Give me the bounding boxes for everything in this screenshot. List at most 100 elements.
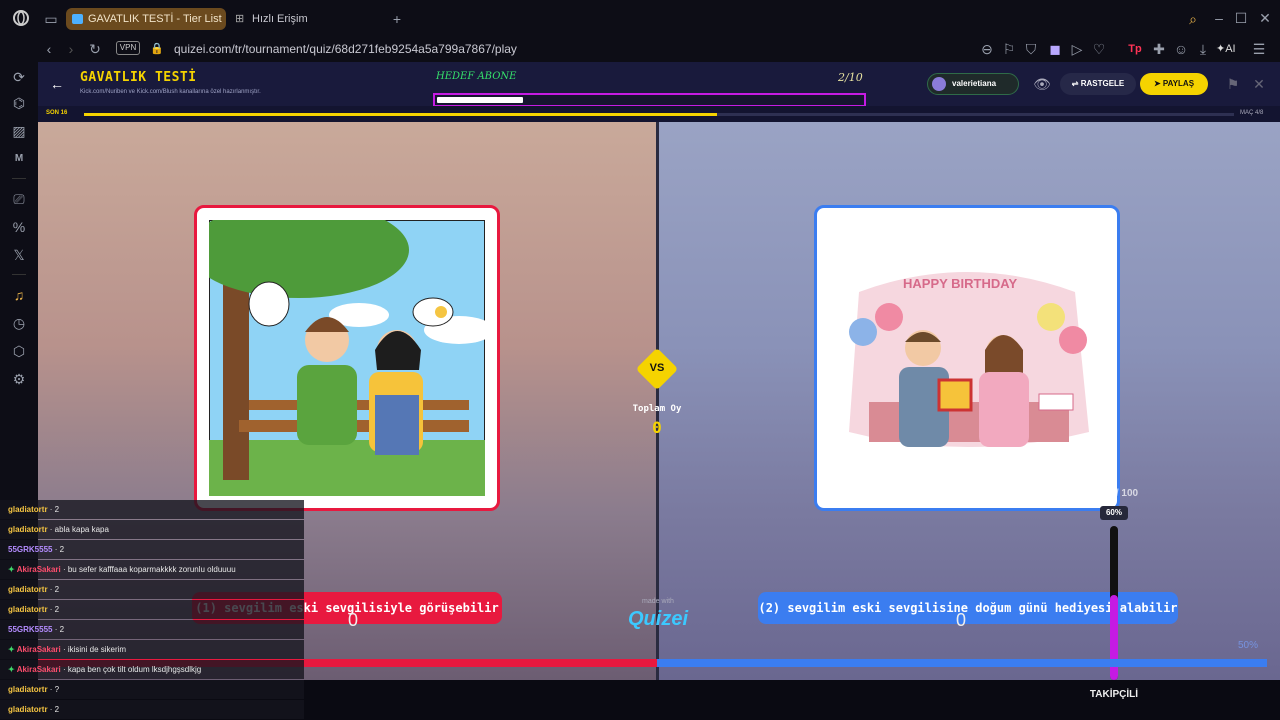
center-divider	[656, 122, 659, 680]
tab-active[interactable]: GAVATLIK TESTİ - Tier List	[66, 8, 226, 30]
back-icon[interactable]: ‹	[40, 40, 58, 58]
heart-icon[interactable]: ♡	[1090, 40, 1108, 58]
forward-icon[interactable]: ›	[62, 40, 80, 58]
maximize-icon[interactable]: ☐	[1232, 9, 1250, 27]
download-icon[interactable]: ⤓	[1194, 40, 1212, 58]
chat-message: gladiatortr · ?	[0, 680, 304, 699]
random-button[interactable]: ⇌ RASTGELE	[1060, 73, 1136, 95]
flag-icon[interactable]: ⚑	[1224, 75, 1242, 93]
twitch-icon[interactable]: ⎚	[10, 190, 28, 208]
chat-username[interactable]: gladiatortr	[8, 525, 48, 534]
address-bar: ‹ › ↻ VPN 🔒 quizei.com/tr/tournament/qui…	[0, 36, 1280, 62]
x-twitter-icon[interactable]: 𝕏	[10, 246, 28, 264]
social-icon[interactable]: ▨	[10, 122, 28, 140]
chat-username[interactable]: AkiraSakari	[17, 665, 61, 674]
avatar	[932, 77, 946, 91]
round-label: SON 16	[46, 110, 68, 116]
chat-message: gladiatortr · 2	[0, 580, 304, 599]
left-option-card[interactable]	[194, 205, 500, 511]
chat-text: · ?	[47, 685, 60, 694]
chat-message: ✦ AkiraSakari · ikisini de sikerim	[0, 640, 304, 659]
chat-text: · 2	[47, 505, 60, 514]
lock-icon: 🔒	[150, 43, 164, 55]
back-arrow-icon[interactable]: ←	[48, 75, 66, 93]
grid-icon: ⊞	[235, 13, 245, 25]
follower-percent-badge: 60%	[1100, 506, 1128, 520]
close-panel-icon[interactable]: ✕	[1250, 75, 1268, 93]
chat-message: ✦ AkiraSakari · kapa ben çok tilt oldum l…	[0, 660, 304, 679]
percent-icon[interactable]: %	[10, 218, 28, 236]
chat-username[interactable]: gladiatortr	[8, 505, 48, 514]
goal-label: HEDEF ABONE	[436, 71, 517, 82]
follower-count: 60 / 100	[1101, 488, 1139, 499]
chat-username[interactable]: gladiatortr	[8, 685, 48, 694]
user-name: valerietiana	[952, 79, 997, 88]
follower-meter-fill	[1110, 595, 1118, 680]
menu-icon[interactable]: ☰	[1250, 40, 1268, 58]
chat-message: gladiatortr · 2	[0, 700, 304, 719]
right-option-card[interactable]: HAPPY BIRTHDAY	[814, 205, 1120, 511]
extensions-icon[interactable]: ⬡	[10, 342, 28, 360]
tab-title: Hızlı Erişim	[252, 13, 308, 25]
chat-username[interactable]: gladiatortr	[8, 585, 48, 594]
goal-progress-bar	[433, 93, 866, 107]
share-button[interactable]: ➤ PAYLAŞ	[1140, 73, 1208, 95]
chat-username[interactable]: gladiatortr	[8, 705, 48, 714]
tab-favicon-icon	[72, 14, 83, 24]
tab-quick-access[interactable]: ⊞ Hızlı Erişim	[230, 8, 380, 30]
tab-title: GAVATLIK TESTİ - Tier List	[88, 13, 222, 25]
chat-text: · 2	[47, 585, 60, 594]
ai-button[interactable]: ✦AI	[1216, 40, 1236, 58]
pocket-icon[interactable]: ◼	[1046, 40, 1064, 58]
quiz-subtitle: Kick.com/Nuriben ve Kick.com/Blush kanal…	[80, 89, 261, 95]
crypto-wallet-icon[interactable]: ⌬	[10, 94, 28, 112]
left-option-image	[209, 220, 485, 496]
music-icon[interactable]: ♫	[10, 286, 28, 304]
chat-username[interactable]: 55GRK5555	[8, 545, 52, 554]
workspaces-icon[interactable]: ▭	[42, 10, 60, 28]
close-icon[interactable]: ✕	[1256, 9, 1274, 27]
user-chip[interactable]: valerietiana	[927, 73, 1019, 95]
chat-username[interactable]: AkiraSakari	[17, 565, 61, 574]
follower-meter-track	[1110, 526, 1118, 680]
vote-bar-right	[657, 659, 1267, 667]
url-field[interactable]: quizei.com/tr/tournament/quiz/68d271feb9…	[174, 40, 674, 58]
goal-count: 2/10	[838, 71, 863, 84]
chat-text: · 2	[47, 605, 60, 614]
extension-tp-icon[interactable]: Tp	[1126, 40, 1144, 58]
follower-label: TAKİPÇİLİ	[1089, 689, 1139, 700]
account-icon[interactable]: ☺	[1172, 40, 1190, 58]
goal-progress-fill	[437, 97, 523, 103]
chat-username[interactable]: 55GRK5555	[8, 625, 52, 634]
round-progress-row: SON 16 MAÇ 4/8	[38, 106, 1280, 122]
vpn-badge[interactable]: VPN	[116, 41, 140, 55]
new-tab-icon[interactable]: +	[388, 10, 406, 28]
opera-logo-icon[interactable]	[12, 9, 30, 27]
eye-icon[interactable]: 👁	[1033, 75, 1051, 93]
history-icon[interactable]: ◷	[10, 314, 28, 332]
chat-text: · 2	[47, 705, 60, 714]
settings-icon[interactable]: ⚙	[10, 370, 28, 388]
chat-text: · 2	[52, 545, 65, 554]
chat-username[interactable]: gladiatortr	[8, 605, 48, 614]
chat-text: · bu sefer kafffaaa koparmakkkk zorunlu …	[60, 565, 236, 574]
sidebar-divider	[12, 178, 26, 179]
round-progress-track	[84, 113, 1234, 116]
left-vote-count: 0	[347, 610, 358, 630]
chat-username[interactable]: AkiraSakari	[17, 645, 61, 654]
chat-message: ✦ AkiraSakari · bu sefer kafffaaa koparma…	[0, 560, 304, 579]
right-vote-count: 0	[955, 610, 966, 630]
reload-icon[interactable]: ↻	[86, 40, 104, 58]
chat-badge-icon: ✦	[8, 665, 15, 674]
puzzle-icon[interactable]: ✚	[1150, 40, 1168, 58]
search-icon[interactable]: ⌕	[1184, 10, 1202, 28]
chat-text: · 2	[52, 625, 65, 634]
minimize-icon[interactable]: –	[1210, 9, 1228, 27]
m-app-icon[interactable]: M	[10, 150, 28, 168]
shield-icon[interactable]: ⛉	[1022, 40, 1040, 58]
zoom-icon[interactable]: ⊖	[978, 40, 996, 58]
chat-message: gladiatortr · abla kapa kapa	[0, 520, 304, 539]
speed-dial-icon[interactable]: ⟳	[10, 68, 28, 86]
play-icon[interactable]: ▷	[1068, 40, 1086, 58]
pin-icon[interactable]: ⚐	[1000, 40, 1018, 58]
